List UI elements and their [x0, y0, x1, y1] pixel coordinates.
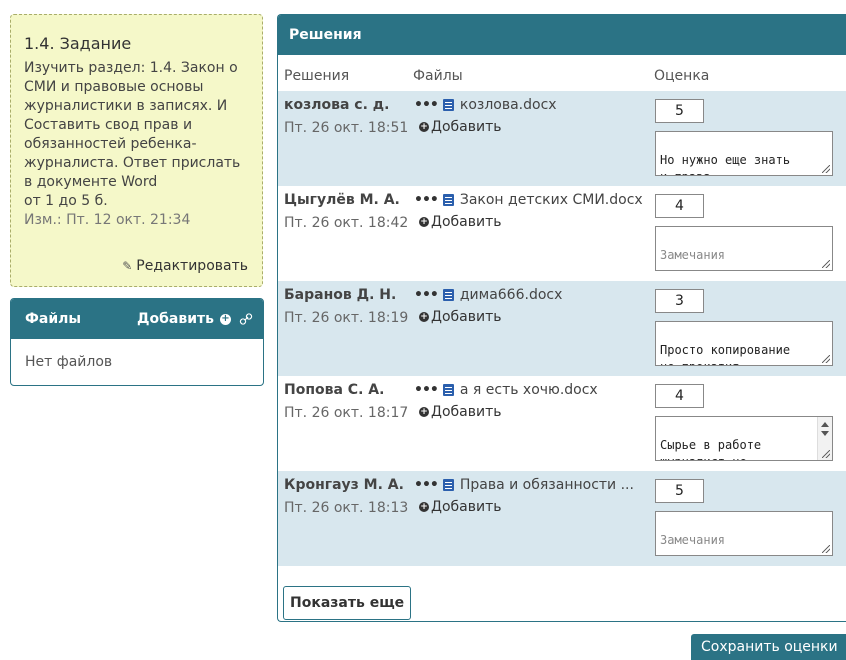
remark-placeholder: Замечания — [660, 533, 726, 547]
table-row: Попова С. А. Пт. 26 окт. 18:17 ••• а я е… — [278, 376, 846, 471]
add-file-button[interactable]: + Добавить — [419, 404, 501, 420]
solutions-columns-header: Решения Файлы Оценка — [278, 55, 846, 91]
add-file-button[interactable]: + Добавить — [419, 119, 501, 135]
file-name[interactable]: а я есть хочю.docx — [460, 382, 598, 398]
submission-file[interactable]: ••• Права и обязанности ... — [414, 477, 634, 493]
resize-grip-icon[interactable] — [822, 355, 830, 363]
grade-input[interactable]: 5 — [655, 479, 704, 503]
pencil-icon: ✎ — [122, 259, 133, 273]
task-card: 1.4. Задание Изучить раздел: 1.4. Закон … — [10, 14, 263, 287]
more-options-icon[interactable]: ••• — [414, 97, 439, 113]
remark-textarea[interactable]: Замечания — [655, 226, 833, 271]
student-name: Кронгауз М. А. — [284, 477, 404, 493]
plus-circle-icon: + — [220, 313, 231, 325]
plus-circle-icon: + — [419, 311, 429, 322]
submission-file[interactable]: ••• а я есть хочю.docx — [414, 382, 598, 398]
submission-date: Пт. 26 окт. 18:19 — [284, 310, 409, 326]
remark-textarea[interactable]: Замечания — [655, 511, 833, 556]
files-empty-text: Нет файлов — [25, 354, 113, 370]
files-panel-header: Файлы Добавить + — [11, 299, 263, 339]
grade-input[interactable]: 4 — [655, 194, 704, 218]
add-file-label: Добавить — [431, 499, 502, 515]
add-file-button[interactable]: Добавить + — [137, 311, 231, 327]
student-name: козлова с. д. — [284, 97, 390, 113]
submission-file[interactable]: ••• дима666.docx — [414, 287, 562, 303]
remark-textarea[interactable]: Но нужно еще знать и права. — [655, 131, 833, 176]
submission-date: Пт. 26 окт. 18:51 — [284, 120, 409, 136]
remark-text: Но нужно еще знать и права. — [660, 153, 791, 175]
scroll-up-icon[interactable] — [821, 422, 829, 427]
task-score-range: от 1 до 5 б. — [24, 193, 108, 209]
column-files: Файлы — [413, 68, 463, 84]
word-doc-icon — [442, 194, 454, 206]
student-name: Баранов Д. Н. — [284, 287, 397, 303]
grade-input[interactable]: 5 — [655, 99, 704, 123]
remark-text: Просто копирование не прокатит — [660, 343, 791, 365]
remark-textarea[interactable]: Просто копирование не прокатит — [655, 321, 833, 366]
table-row: Цыгулёв М. А. Пт. 26 окт. 18:42 ••• Зако… — [278, 186, 846, 281]
solutions-panel-title: Решения — [278, 15, 846, 55]
remark-textarea[interactable]: Сырье в работе журналист не — [655, 416, 833, 461]
edit-label: Редактировать — [136, 258, 248, 274]
resize-grip-icon[interactable] — [822, 545, 830, 553]
file-name[interactable]: Закон детских СМИ.docx — [460, 192, 643, 208]
add-file-label: Добавить — [431, 309, 502, 325]
add-file-label: Добавить — [431, 404, 502, 420]
word-doc-icon — [442, 384, 454, 396]
grade-input[interactable]: 4 — [655, 384, 704, 408]
add-file-label: Добавить — [431, 119, 502, 135]
resize-grip-icon[interactable] — [822, 165, 830, 173]
submission-date: Пт. 26 окт. 18:13 — [284, 500, 409, 516]
task-description: Изучить раздел: 1.4. Закон о СМИ и право… — [24, 60, 241, 190]
edit-task-button[interactable]: ✎ Редактировать — [122, 258, 248, 274]
file-name[interactable]: дима666.docx — [460, 287, 563, 303]
remark-text: Сырье в работе журналист не — [660, 438, 762, 460]
submission-file[interactable]: ••• Закон детских СМИ.docx — [414, 192, 643, 208]
resize-grip-icon[interactable] — [822, 450, 830, 458]
add-file-button[interactable]: + Добавить — [419, 499, 501, 515]
add-file-button[interactable]: + Добавить — [419, 309, 501, 325]
add-file-button[interactable]: + Добавить — [419, 214, 501, 230]
table-row: Кронгауз М. А. Пт. 26 окт. 18:13 ••• Пра… — [278, 471, 846, 566]
plus-circle-icon: + — [419, 216, 429, 227]
submission-file[interactable]: ••• козлова.docx — [414, 97, 557, 113]
submission-date: Пт. 26 окт. 18:17 — [284, 405, 409, 421]
more-options-icon[interactable]: ••• — [414, 477, 439, 493]
task-title: 1.4. Задание — [24, 34, 132, 53]
task-modified-date: Изм.: Пт. 12 окт. 21:34 — [24, 212, 191, 228]
plus-circle-icon: + — [419, 121, 429, 132]
save-grades-button[interactable]: Сохранить оценки — [691, 634, 846, 660]
table-row: Баранов Д. Н. Пт. 26 окт. 18:19 ••• дима… — [278, 281, 846, 376]
file-name[interactable]: козлова.docx — [460, 97, 557, 113]
word-doc-icon — [442, 479, 454, 491]
show-more-button[interactable]: Показать еще — [283, 586, 412, 620]
plus-circle-icon: + — [419, 406, 429, 417]
student-name: Попова С. А. — [284, 382, 385, 398]
grade-input[interactable]: 3 — [655, 289, 704, 313]
column-solutions: Решения — [284, 68, 350, 84]
remark-placeholder: Замечания — [660, 248, 726, 262]
student-name: Цыгулёв М. А. — [284, 192, 400, 208]
more-options-icon[interactable]: ••• — [414, 382, 439, 398]
solutions-panel: Решения Решения Файлы Оценка козлова с. … — [277, 14, 846, 622]
add-file-label: Добавить — [137, 311, 214, 327]
more-options-icon[interactable]: ••• — [414, 192, 439, 208]
add-file-label: Добавить — [431, 214, 502, 230]
link-icon[interactable] — [239, 312, 253, 326]
word-doc-icon — [442, 99, 454, 111]
files-panel: Файлы Добавить + Нет файлов — [10, 298, 264, 386]
scroll-down-icon[interactable] — [821, 431, 829, 436]
resize-grip-icon[interactable] — [822, 260, 830, 268]
plus-circle-icon: + — [419, 501, 429, 512]
submission-date: Пт. 26 окт. 18:42 — [284, 215, 409, 231]
more-options-icon[interactable]: ••• — [414, 287, 439, 303]
files-panel-title: Файлы — [25, 311, 82, 327]
column-grade: Оценка — [654, 68, 710, 84]
word-doc-icon — [442, 289, 454, 301]
file-name[interactable]: Права и обязанности ... — [460, 477, 634, 493]
table-row: козлова с. д. Пт. 26 окт. 18:51 ••• козл… — [278, 91, 846, 186]
